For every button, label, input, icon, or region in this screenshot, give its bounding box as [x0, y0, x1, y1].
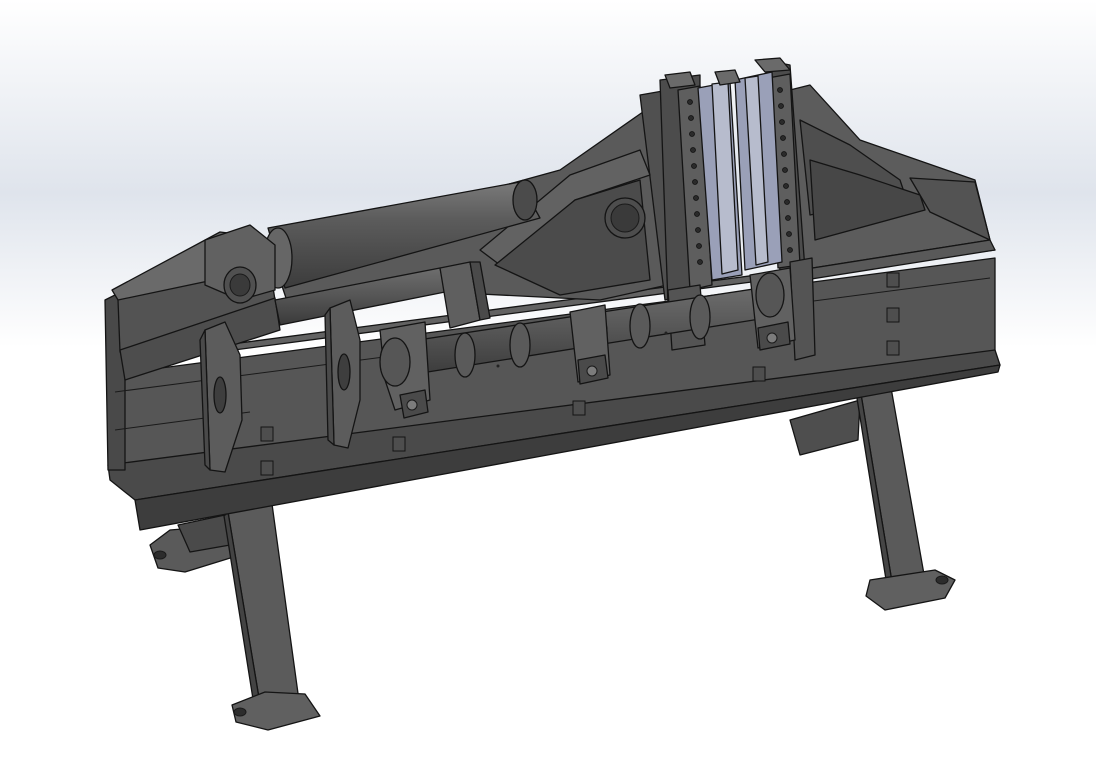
cad-model-view[interactable]: [0, 0, 1096, 772]
shaft-clamp-right[interactable]: [749, 267, 796, 351]
graphics-viewport[interactable]: [0, 0, 1096, 772]
